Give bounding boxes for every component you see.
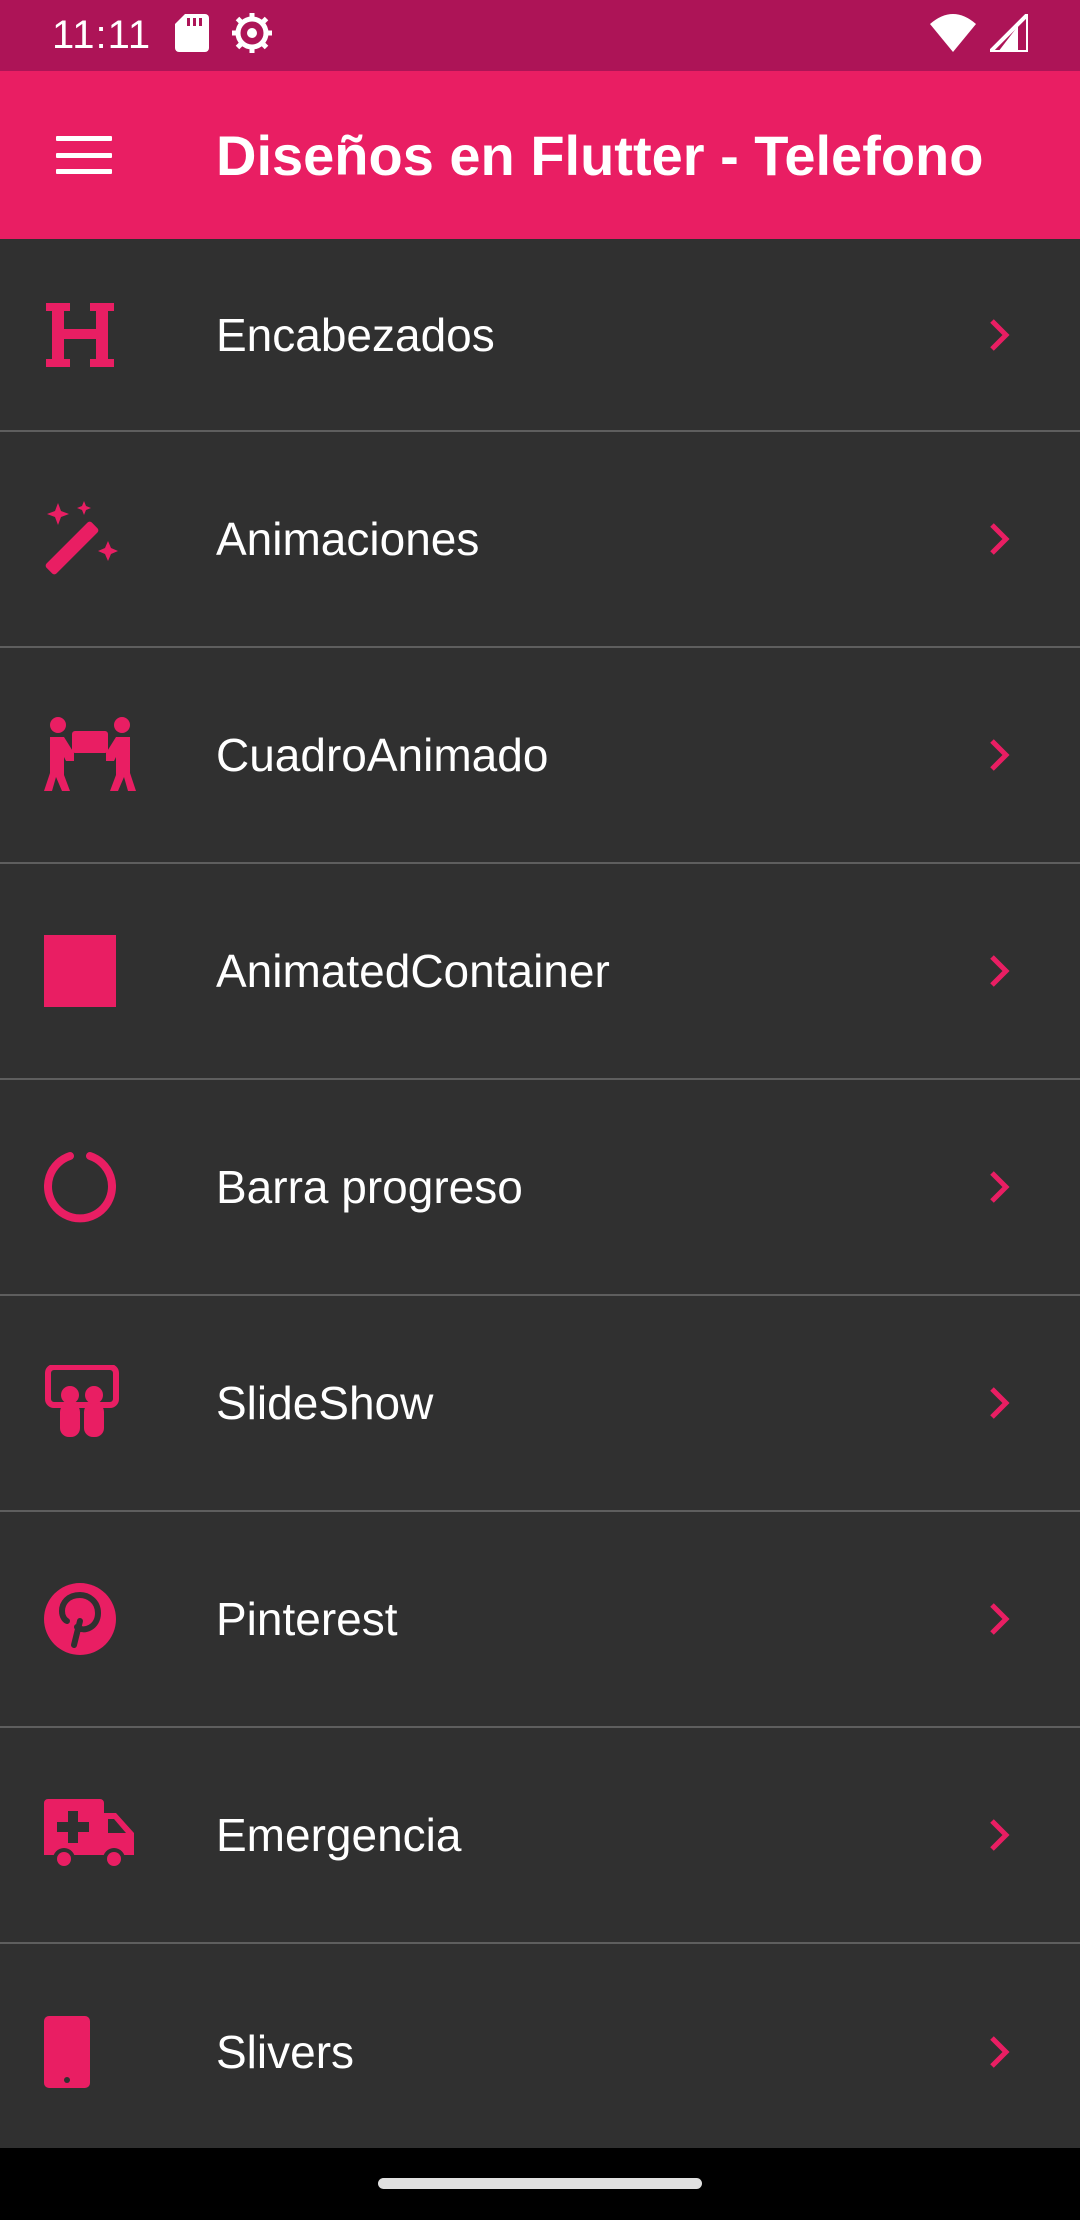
list-item-label: AnimatedContainer (216, 945, 610, 997)
status-bar: 11:11 (0, 0, 1080, 71)
slideshare-icon (44, 1355, 140, 1451)
status-time: 11:11 (52, 13, 152, 57)
list-item-label: Slivers (216, 2026, 355, 2078)
chevron-right-icon (980, 735, 1020, 775)
list-item-slideshow[interactable]: SlideShow (0, 1296, 1080, 1512)
chevron-right-icon (980, 1167, 1020, 1207)
list-item-label: Pinterest (216, 1593, 398, 1645)
ambulance-icon (44, 1787, 140, 1883)
chevron-right-icon (980, 315, 1020, 355)
mobile-icon (44, 2004, 140, 2100)
menu-icon (56, 136, 112, 174)
list-item-label: Encabezados (216, 308, 495, 361)
chevron-right-icon (980, 1599, 1020, 1639)
list-item-pinterest[interactable]: Pinterest (0, 1512, 1080, 1728)
chevron-right-icon (980, 951, 1020, 991)
cell-signal-icon (985, 9, 1030, 57)
chevron-right-icon (980, 519, 1020, 559)
list-item-cuadroanimado[interactable]: CuadroAnimado (0, 648, 1080, 864)
list-item-animaciones[interactable]: Animaciones (0, 432, 1080, 648)
chevron-right-icon (980, 2032, 1020, 2072)
wifi-icon (930, 14, 976, 57)
list-item-label: CuadroAnimado (216, 729, 549, 781)
list-item-label: SlideShow (216, 1377, 434, 1429)
home-gesture-handle[interactable] (378, 2178, 702, 2189)
sd-card-icon (175, 14, 210, 57)
circle-notch-icon (44, 1139, 140, 1235)
heading-icon (44, 287, 140, 383)
list-item-label: Emergencia (216, 1809, 462, 1861)
settings-gear-icon (231, 12, 273, 59)
square-icon (44, 923, 140, 1019)
list-item-label: Barra progreso (216, 1161, 523, 1213)
pinterest-icon (44, 1571, 140, 1667)
list-item-slivers[interactable]: Slivers (0, 1944, 1080, 2160)
system-nav-bar (0, 2148, 1080, 2220)
list-item-emergencia[interactable]: Emergencia (0, 1728, 1080, 1944)
screen: 11:11 Diseños en Flutter - Telefono Enca… (0, 0, 1080, 2220)
list-item-encabezados[interactable]: Encabezados (0, 239, 1080, 432)
design-list: Encabezados Animaciones CuadroAnimado An… (0, 239, 1080, 2160)
app-title: Diseños en Flutter - Telefono (216, 123, 984, 187)
people-carry-icon (44, 707, 140, 803)
magic-wand-icon (44, 491, 140, 587)
app-bar: Diseños en Flutter - Telefono (0, 71, 1080, 239)
list-item-barra-progreso[interactable]: Barra progreso (0, 1080, 1080, 1296)
list-item-label: Animaciones (216, 513, 480, 565)
chevron-right-icon (980, 1383, 1020, 1423)
status-left-icons (175, 12, 273, 59)
chevron-right-icon (980, 1815, 1020, 1855)
menu-button[interactable] (0, 71, 168, 239)
list-item-animatedcontainer[interactable]: AnimatedContainer (0, 864, 1080, 1080)
status-right-icons (930, 9, 1030, 57)
